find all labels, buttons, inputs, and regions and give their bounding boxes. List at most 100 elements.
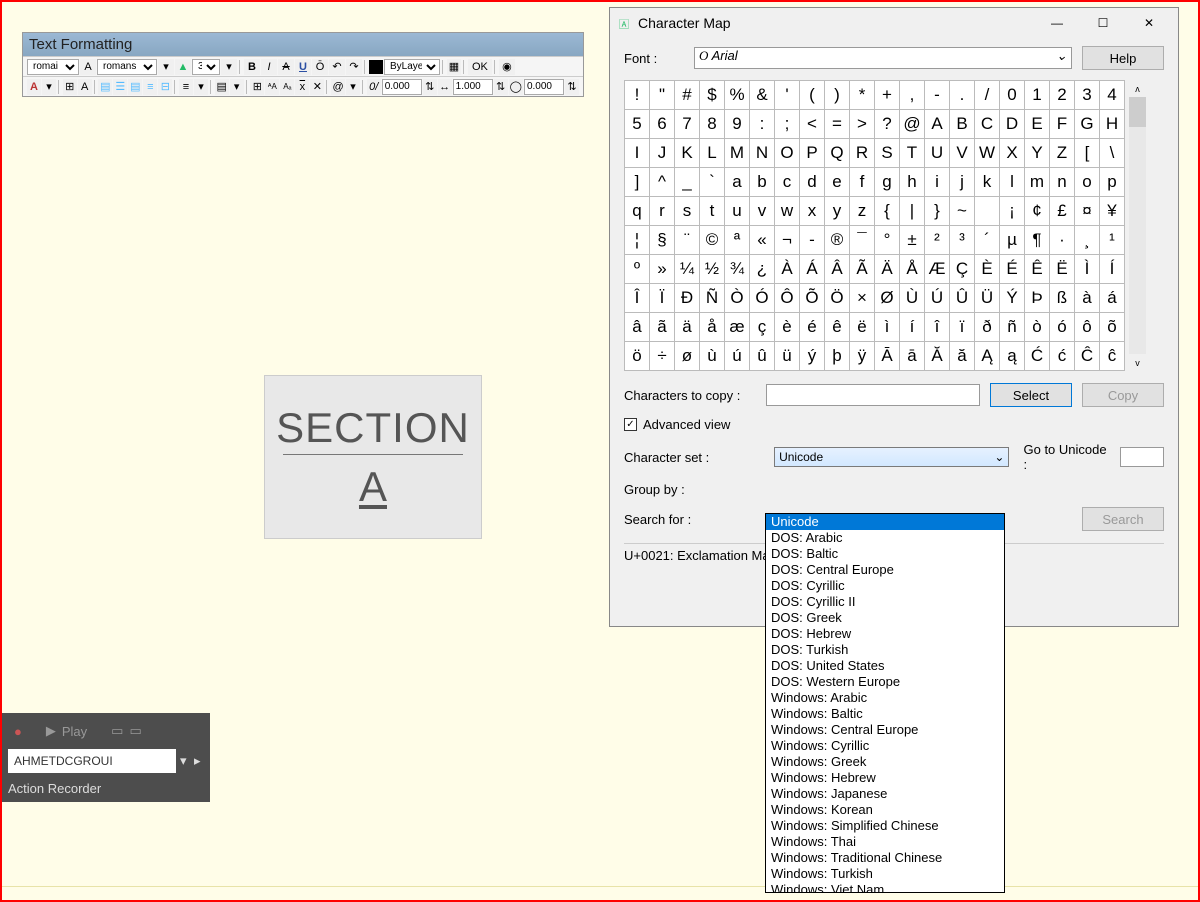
char-cell[interactable]: } — [925, 197, 950, 226]
char-cell[interactable]: ï — [950, 313, 975, 342]
char-cell[interactable]: d — [800, 168, 825, 197]
char-cell[interactable]: 8 — [700, 110, 725, 139]
char-cell[interactable]: ì — [875, 313, 900, 342]
color-swatch[interactable] — [369, 60, 383, 74]
char-cell[interactable]: ª — [725, 226, 750, 255]
width-icon[interactable]: ◯ — [509, 79, 523, 95]
char-cell[interactable]: º — [625, 255, 650, 284]
select-button[interactable]: Select — [990, 383, 1072, 407]
char-cell[interactable]: ā — [900, 342, 925, 371]
chars-to-copy-input[interactable] — [766, 384, 980, 406]
char-cell[interactable]: ! — [625, 81, 650, 110]
char-cell[interactable]: ÷ — [650, 342, 675, 371]
char-cell[interactable]: ` — [700, 168, 725, 197]
char-cell[interactable]: ø — [675, 342, 700, 371]
ok-button[interactable]: OK — [468, 59, 492, 75]
charmap-scrollbar[interactable]: ʌ v — [1129, 80, 1146, 371]
char-cell[interactable]: · — [1050, 226, 1075, 255]
dropdown-item[interactable]: Windows: Traditional Chinese — [766, 850, 1004, 866]
uppercase-button[interactable]: ᴬA — [265, 79, 279, 95]
char-cell[interactable]: æ — [725, 313, 750, 342]
undo-button[interactable]: ↶ — [329, 59, 345, 75]
search-button[interactable]: Search — [1082, 507, 1164, 531]
record-icon[interactable]: ● — [14, 724, 22, 739]
char-cell[interactable]: " — [650, 81, 675, 110]
char-cell[interactable]: ] — [625, 168, 650, 197]
char-cell[interactable]: ¸ — [1075, 226, 1100, 255]
char-cell[interactable]: P — [800, 139, 825, 168]
char-cell[interactable]: L — [700, 139, 725, 168]
char-cell[interactable]: é — [800, 313, 825, 342]
align-center-button[interactable]: ☰ — [113, 79, 127, 95]
char-cell[interactable]: Å — [900, 255, 925, 284]
dropdown-item[interactable]: Windows: Cyrillic — [766, 738, 1004, 754]
scrollbar-up-icon[interactable]: ʌ — [1129, 80, 1146, 97]
char-cell[interactable]: v — [750, 197, 775, 226]
char-cell[interactable]: Ø — [875, 284, 900, 313]
color-select[interactable]: ByLayer — [384, 59, 440, 75]
char-cell[interactable]: c — [775, 168, 800, 197]
char-cell[interactable]: ½ — [700, 255, 725, 284]
char-cell[interactable]: x — [800, 197, 825, 226]
char-cell[interactable]: ³ — [950, 226, 975, 255]
annotative-icon[interactable]: ▲ — [175, 59, 191, 75]
char-cell[interactable]: ô — [1075, 313, 1100, 342]
italic-button[interactable]: I — [261, 59, 277, 75]
char-cell[interactable]: î — [925, 313, 950, 342]
char-cell[interactable]: k — [975, 168, 1000, 197]
char-cell[interactable]: 0 — [1000, 81, 1025, 110]
char-cell[interactable]: E — [1025, 110, 1050, 139]
char-cell[interactable]: R — [850, 139, 875, 168]
char-cell[interactable]: ¢ — [1025, 197, 1050, 226]
char-cell[interactable]: Ç — [950, 255, 975, 284]
char-cell[interactable]: ' — [775, 81, 800, 110]
char-cell[interactable]: » — [650, 255, 675, 284]
copy-button[interactable]: Copy — [1082, 383, 1164, 407]
char-cell[interactable]: U — [925, 139, 950, 168]
dropdown-item[interactable]: Windows: Korean — [766, 802, 1004, 818]
char-cell[interactable]: Y — [1025, 139, 1050, 168]
char-cell[interactable]: à — [1075, 284, 1100, 313]
dropdown-item[interactable]: Windows: Viet Nam — [766, 882, 1004, 893]
char-cell[interactable]: 4 — [1100, 81, 1125, 110]
char-cell[interactable]: % — [725, 81, 750, 110]
play-icon[interactable]: ▶ — [46, 723, 56, 739]
char-cell[interactable]: µ — [1000, 226, 1025, 255]
char-cell[interactable]: ÿ — [850, 342, 875, 371]
char-cell[interactable]: Ï — [650, 284, 675, 313]
char-cell[interactable]: ò — [1025, 313, 1050, 342]
dropdown-item[interactable]: Windows: Greek — [766, 754, 1004, 770]
char-cell[interactable]: ĉ — [1100, 342, 1125, 371]
char-cell[interactable]: > — [850, 110, 875, 139]
char-cell[interactable]: ð — [975, 313, 1000, 342]
charset-dropdown-list[interactable]: UnicodeDOS: ArabicDOS: BalticDOS: Centra… — [765, 513, 1005, 893]
symbol-button[interactable]: @ — [331, 79, 345, 95]
char-cell[interactable]: å — [700, 313, 725, 342]
char-cell[interactable]: ± — [900, 226, 925, 255]
char-cell[interactable]: \ — [1100, 139, 1125, 168]
char-cell[interactable]: É — [1000, 255, 1025, 284]
clear-button[interactable]: ✕ — [310, 79, 324, 95]
dropdown-item[interactable]: DOS: Central Europe — [766, 562, 1004, 578]
char-cell[interactable]: £ — [1050, 197, 1075, 226]
dropdown-item[interactable]: Windows: Baltic — [766, 706, 1004, 722]
char-cell[interactable]: + — [875, 81, 900, 110]
char-cell[interactable]: ö — [625, 342, 650, 371]
char-cell[interactable]: õ — [1100, 313, 1125, 342]
char-cell[interactable]: 6 — [650, 110, 675, 139]
goto-unicode-input[interactable] — [1120, 447, 1164, 467]
char-cell[interactable]: Â — [825, 255, 850, 284]
char-cell[interactable]: ç — [750, 313, 775, 342]
char-cell[interactable]: - — [925, 81, 950, 110]
overline-button[interactable]: Ō — [312, 59, 328, 75]
char-cell[interactable]: y — [825, 197, 850, 226]
char-cell[interactable]: Ð — [675, 284, 700, 313]
char-cell[interactable]: Ã — [850, 255, 875, 284]
font-select[interactable]: O Arial⌄ — [694, 47, 1072, 69]
char-cell[interactable]: Ā — [875, 342, 900, 371]
action-name-input[interactable] — [8, 749, 176, 773]
char-cell[interactable]: á — [1100, 284, 1125, 313]
numbering-dd-icon[interactable]: ▾ — [230, 79, 244, 95]
char-cell[interactable]: o — [1075, 168, 1100, 197]
char-cell[interactable]: ý — [800, 342, 825, 371]
